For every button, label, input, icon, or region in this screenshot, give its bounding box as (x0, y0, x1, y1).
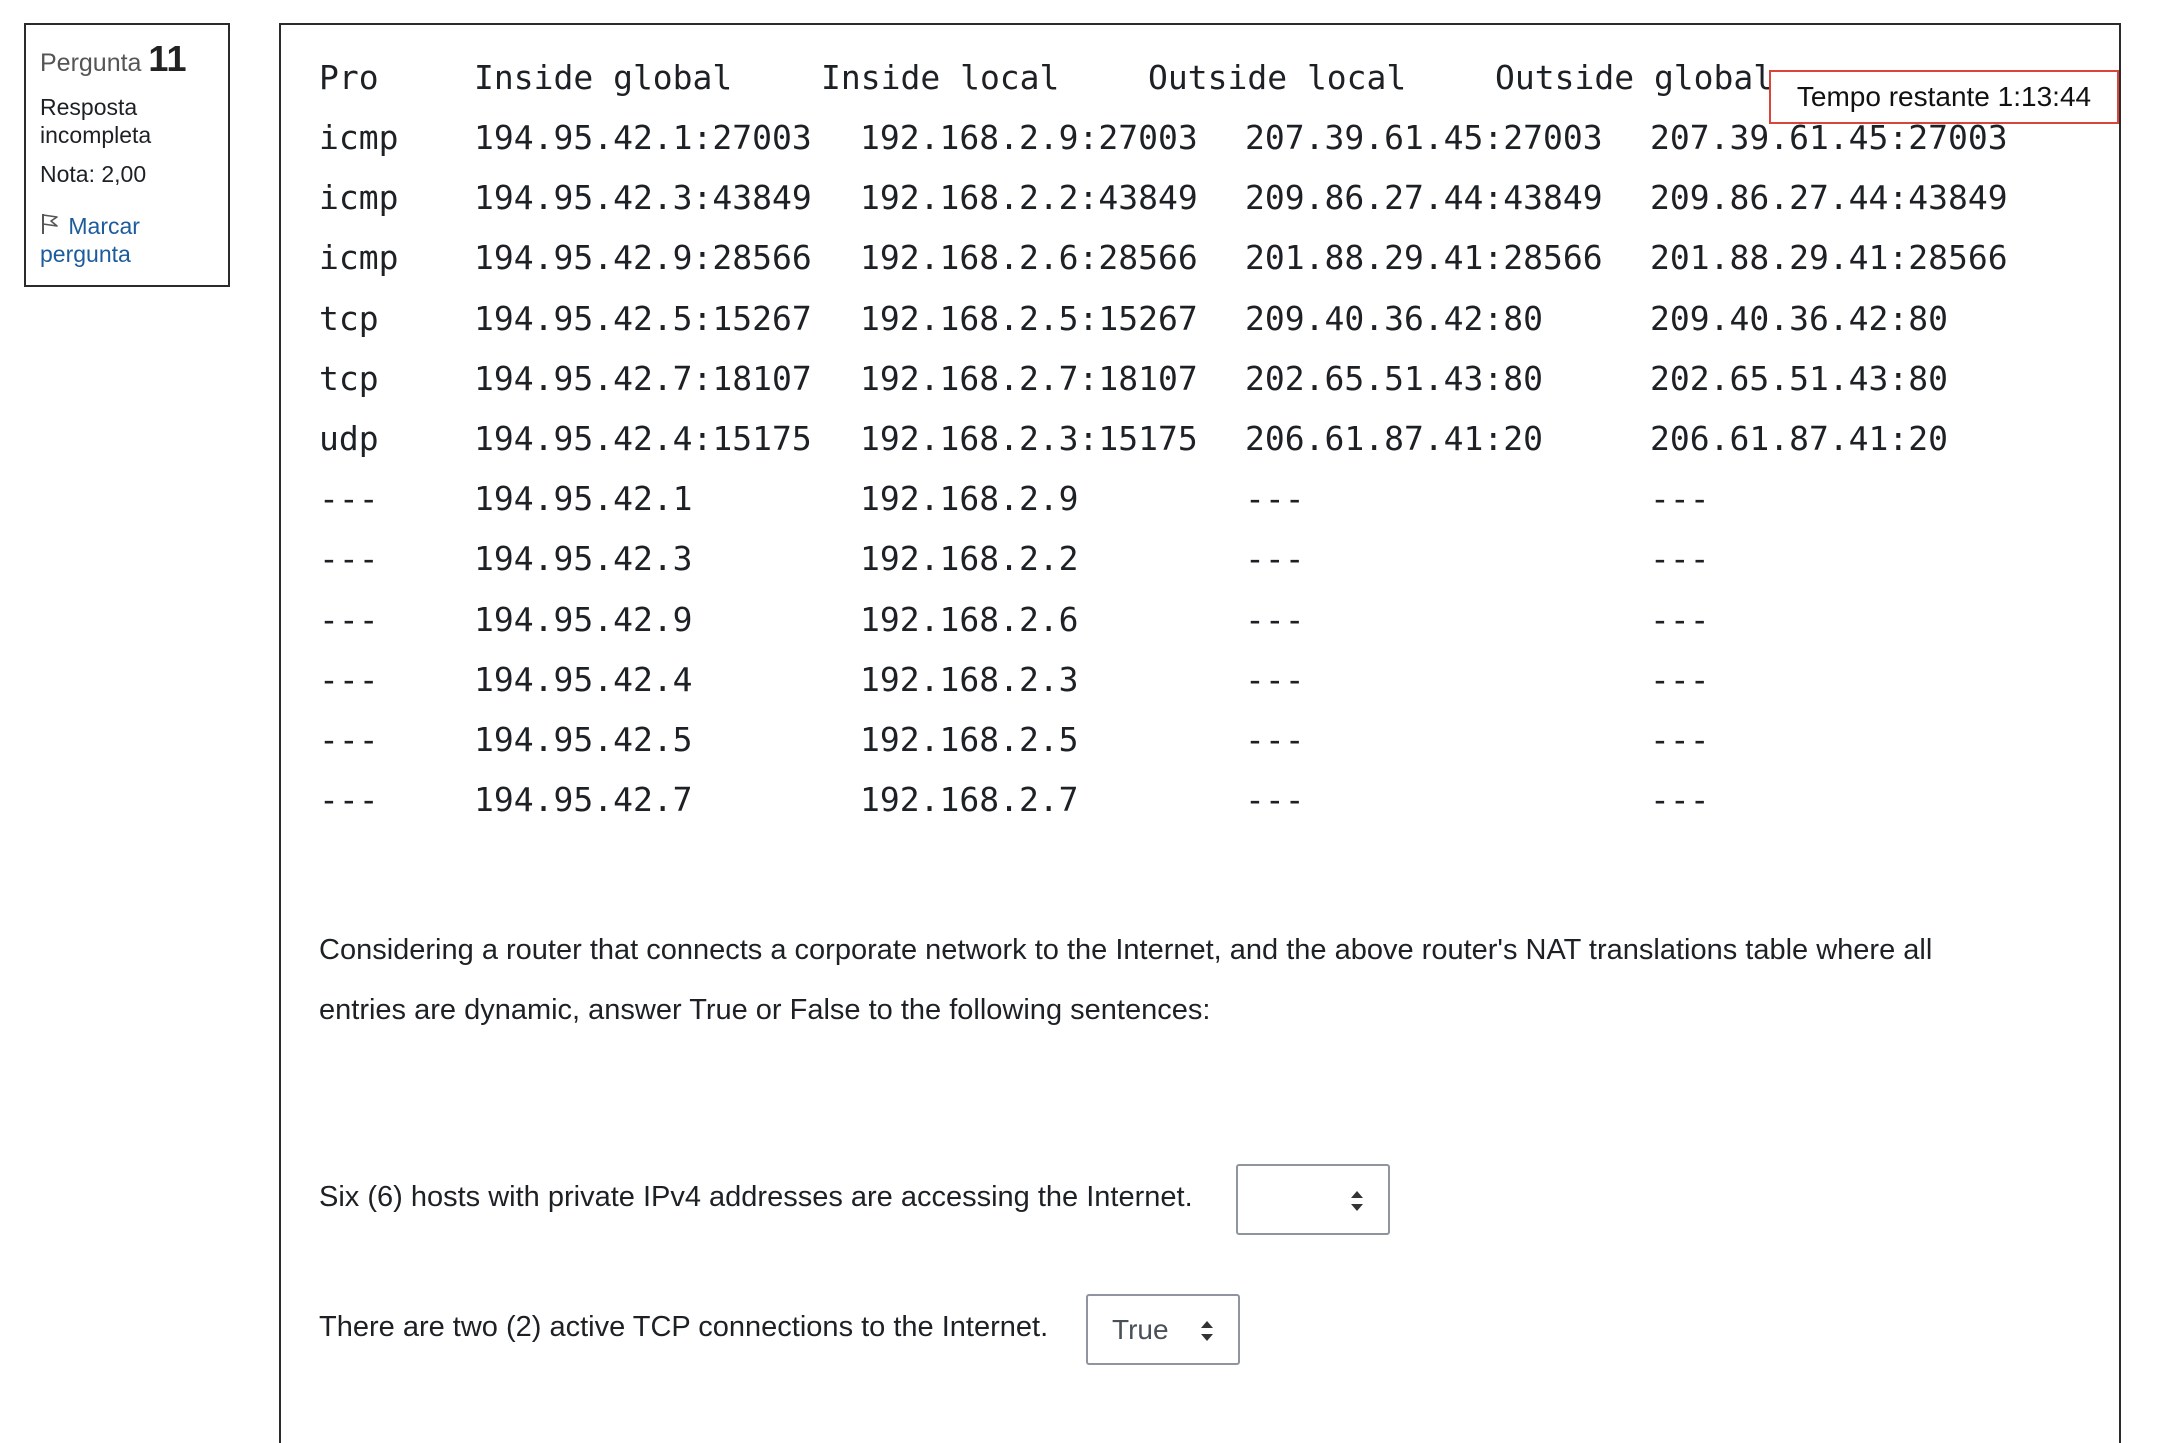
question-state: Resposta incompleta (40, 94, 152, 148)
cell-outside-local: 209.40.36.42:80 (1245, 298, 1544, 338)
cell-outside-global: 209.40.36.42:80 (1650, 298, 1949, 338)
cell-protocol: udp (319, 419, 379, 458)
cell-protocol: --- (319, 780, 379, 820)
flag-question-link[interactable]: Marcar pergunta (40, 212, 214, 268)
cell-inside-local: 192.168.2.5 (860, 720, 1079, 759)
cell-outside-global: 206.61.87.41:20 (1650, 419, 1949, 458)
cell-inside-global: 194.95.42.7:18107 (474, 358, 812, 398)
cell-inside-global: 194.95.42.1:27003 (474, 118, 812, 157)
header-outside-global: Outside global (1495, 58, 1774, 97)
question-number: 11 (148, 38, 187, 79)
cell-outside-global: 201.88.29.41:28566 (1650, 238, 2008, 278)
cell-protocol: icmp (319, 118, 399, 157)
cell-protocol: --- (319, 539, 379, 579)
sentence-2: There are two (2) active TCP connections… (319, 1311, 1049, 1343)
cell-inside-global: 194.95.42.5 (474, 720, 693, 759)
cell-inside-local: 192.168.2.3:15175 (860, 419, 1198, 458)
answer-select-1[interactable] (1236, 1164, 1390, 1235)
cell-protocol: icmp (319, 178, 399, 218)
chevron-up-down-icon (1198, 1318, 1216, 1344)
cell-inside-local: 192.168.2.6:28566 (860, 238, 1198, 278)
cell-outside-local: 207.39.61.45:27003 (1245, 118, 1603, 157)
cell-protocol: --- (319, 479, 379, 519)
header-protocol: Pro (319, 58, 379, 97)
header-outside-local: Outside local (1148, 58, 1407, 97)
cell-inside-global: 194.95.42.4:15175 (474, 419, 812, 458)
time-remaining-badge: Tempo restante 1:13:44 (1769, 70, 2119, 124)
cell-outside-local: --- (1245, 720, 1305, 759)
cell-protocol: tcp (319, 358, 379, 398)
cell-protocol: --- (319, 659, 379, 699)
answer-select-2-value: True (1112, 1314, 1169, 1345)
cell-inside-global: 194.95.42.9 (474, 599, 693, 639)
cell-inside-local: 192.168.2.9:27003 (860, 118, 1198, 157)
question-number-line: Pergunta 11 (40, 41, 214, 77)
cell-inside-local: 192.168.2.3 (860, 659, 1079, 699)
cell-outside-local: 206.61.87.41:20 (1245, 419, 1544, 458)
cell-outside-local: --- (1245, 479, 1305, 519)
sentence-1: Six (6) hosts with private IPv4 addresse… (319, 1181, 1193, 1213)
cell-outside-local: 202.65.51.43:80 (1245, 358, 1544, 398)
cell-outside-global: --- (1650, 599, 1710, 639)
cell-outside-local: --- (1245, 599, 1305, 639)
cell-inside-global: 194.95.42.1 (474, 479, 693, 519)
cell-inside-local: 192.168.2.5:15267 (860, 298, 1198, 338)
cell-protocol: --- (319, 599, 379, 639)
cell-inside-global: 194.95.42.3:43849 (474, 178, 812, 218)
cell-outside-local: --- (1245, 659, 1305, 699)
cell-inside-global: 194.95.42.7 (474, 780, 693, 820)
cell-protocol: tcp (319, 298, 379, 338)
cell-outside-global: --- (1650, 479, 1710, 519)
cell-outside-global: 209.86.27.44:43849 (1650, 178, 2008, 218)
header-inside-local: Inside local (821, 58, 1060, 97)
cell-outside-global: --- (1650, 539, 1710, 579)
cell-protocol: --- (319, 720, 379, 759)
header-inside-global: Inside global (474, 58, 733, 97)
cell-inside-global: 194.95.42.9:28566 (474, 238, 812, 278)
flag-icon (40, 213, 60, 235)
cell-inside-local: 192.168.2.2 (860, 539, 1079, 579)
cell-inside-global: 194.95.42.5:15267 (474, 298, 812, 338)
cell-inside-local: 192.168.2.9 (860, 479, 1079, 519)
cell-outside-local: --- (1245, 539, 1305, 579)
question-label: Pergunta (40, 49, 142, 77)
cell-inside-local: 192.168.2.7:18107 (860, 358, 1198, 398)
cell-inside-local: 192.168.2.6 (860, 599, 1079, 639)
cell-outside-global: --- (1650, 659, 1710, 699)
cell-outside-global: --- (1650, 720, 1710, 759)
cell-outside-global: 202.65.51.43:80 (1650, 358, 1949, 398)
question-grade: Nota: 2,00 (40, 161, 147, 187)
answer-select-2[interactable]: True (1086, 1294, 1240, 1365)
cell-inside-global: 194.95.42.3 (474, 539, 693, 579)
cell-outside-local: 201.88.29.41:28566 (1245, 238, 1603, 278)
cell-outside-global: --- (1650, 780, 1710, 820)
cell-inside-local: 192.168.2.7 (860, 780, 1079, 820)
chevron-up-down-icon (1348, 1188, 1366, 1214)
cell-outside-local: --- (1245, 780, 1305, 820)
cell-inside-global: 194.95.42.4 (474, 659, 693, 699)
cell-inside-local: 192.168.2.2:43849 (860, 178, 1198, 218)
question-text: Considering a router that connects a cor… (319, 934, 1933, 1026)
cell-outside-local: 209.86.27.44:43849 (1245, 178, 1603, 218)
cell-protocol: icmp (319, 238, 399, 278)
question-info-panel: Pergunta 11 Resposta incompleta Nota: 2,… (24, 23, 230, 287)
